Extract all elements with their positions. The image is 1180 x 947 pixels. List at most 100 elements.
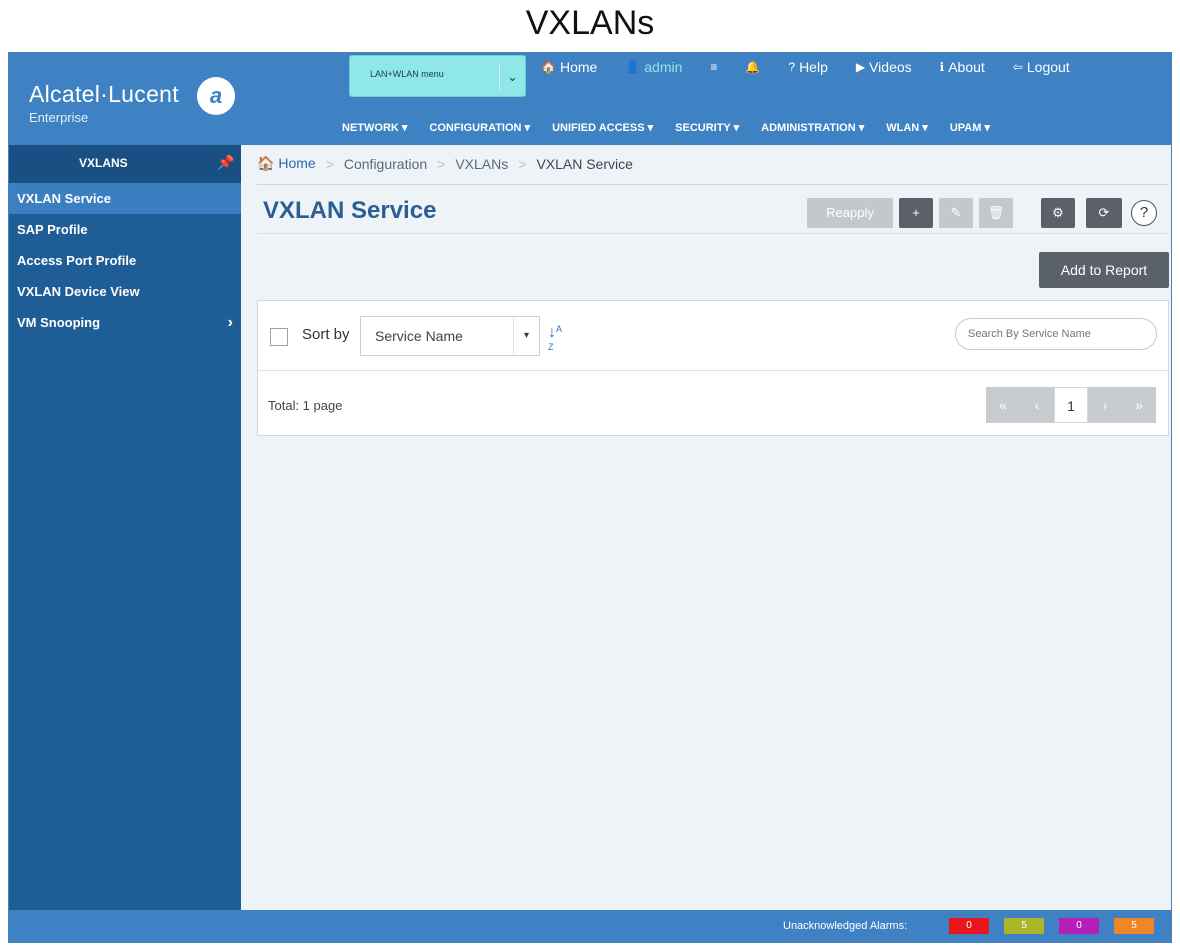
home-icon: 🏠: [541, 60, 556, 74]
gear-icon: ⚙: [1052, 205, 1064, 220]
nav-network[interactable]: NETWORK ▾: [342, 121, 407, 134]
sidebar-item-vxlan-service[interactable]: VXLAN Service: [9, 183, 241, 214]
sort-select-value: Service Name: [375, 328, 463, 344]
question-icon: ?: [1139, 204, 1149, 221]
breadcrumb-separator: >: [437, 155, 446, 172]
videos-link-label: Videos: [869, 59, 912, 75]
sidebar-item-label: Access Port Profile: [17, 253, 137, 268]
help-button[interactable]: ?: [1131, 200, 1157, 226]
first-page-button[interactable]: «: [986, 387, 1020, 423]
breadcrumb-vxlans[interactable]: VXLANs: [455, 156, 508, 172]
sidebar-item-vm-snooping[interactable]: VM Snooping ›: [9, 307, 241, 338]
add-button[interactable]: +: [899, 198, 933, 228]
videos-link[interactable]: ▶ Videos: [856, 59, 912, 75]
nav-wlan[interactable]: WLAN ▾: [886, 121, 928, 134]
sort-order-arrow: ↓: [548, 324, 556, 341]
pin-icon[interactable]: 📌: [217, 154, 234, 171]
notifications-button[interactable]: 🔔: [745, 59, 760, 75]
sidebar-item-access-port-profile[interactable]: Access Port Profile: [9, 245, 241, 276]
caret-down-icon: ▾: [513, 317, 539, 355]
divider: [257, 184, 1169, 185]
nav-configuration[interactable]: CONFIGURATION ▾: [429, 121, 530, 134]
sort-select[interactable]: Service Name ▾: [360, 316, 540, 356]
reapply-button[interactable]: Reapply: [807, 198, 893, 228]
list-panel: Sort by Service Name ▾ ↓AZ Total: 1 page…: [257, 300, 1169, 436]
sidebar: VXLANS 📌 VXLAN Service SAP Profile Acces…: [9, 145, 241, 910]
info-icon: ℹ: [939, 60, 945, 74]
refresh-button[interactable]: ⟳: [1086, 198, 1122, 228]
about-link-label: About: [948, 59, 985, 75]
chevron-right-icon: ›: [227, 314, 233, 331]
main-nav: NETWORK ▾ CONFIGURATION ▾ UNIFIED ACCESS…: [342, 121, 1012, 134]
search-input[interactable]: [955, 318, 1157, 350]
plus-icon: +: [912, 205, 920, 220]
status-footer: Unacknowledged Alarms: 0 5 0 5: [9, 910, 1171, 942]
last-page-button[interactable]: »: [1122, 387, 1156, 423]
home-icon: 🏠: [257, 155, 275, 171]
divider: [257, 233, 1169, 234]
alarm-badge-warning[interactable]: 5: [1114, 918, 1154, 934]
top-header: Alcatel·Lucent Enterprise a LAN+WLAN men…: [9, 53, 1171, 145]
sidebar-item-sap-profile[interactable]: SAP Profile: [9, 214, 241, 245]
home-link[interactable]: 🏠 Home: [541, 59, 597, 75]
page-number-button[interactable]: 1: [1054, 387, 1088, 423]
nav-security[interactable]: SECURITY ▾: [675, 121, 739, 134]
about-link[interactable]: ℹ About: [940, 59, 985, 75]
brand-logo: Alcatel·Lucent Enterprise: [29, 81, 179, 125]
alarm-badge-minor[interactable]: 0: [1059, 918, 1099, 934]
sidebar-header: VXLANS 📌: [9, 145, 241, 183]
logout-icon: ⇦: [1012, 60, 1023, 74]
breadcrumb-separator: >: [518, 155, 527, 172]
breadcrumb: 🏠 Home > Configuration > VXLANs > VXLAN …: [257, 155, 633, 172]
breadcrumb-home-label: Home: [278, 155, 316, 171]
page-caption: VXLANs: [525, 4, 655, 42]
app-window: Alcatel·Lucent Enterprise a LAN+WLAN men…: [8, 52, 1172, 943]
sidebar-item-label: VXLAN Device View: [17, 284, 140, 299]
help-link-label: Help: [799, 59, 828, 75]
total-pages-label: Total: 1 page: [268, 398, 343, 413]
home-link-label: Home: [559, 59, 598, 75]
bell-icon: 🔔: [745, 60, 761, 74]
help-icon: ?: [788, 60, 796, 74]
page-title: VXLAN Service: [263, 197, 437, 224]
sidebar-title: VXLANS: [79, 156, 128, 170]
sort-order-icon[interactable]: ↓A Z: [548, 324, 562, 360]
help-link[interactable]: ? Help: [788, 59, 827, 75]
list-controls: Sort by Service Name ▾ ↓A Z: [258, 301, 1168, 371]
chevron-down-icon[interactable]: ⌄: [499, 64, 525, 90]
nav-upam[interactable]: UPAM ▾: [950, 121, 990, 134]
list-icon: ≡: [710, 60, 718, 74]
alarm-badge-critical[interactable]: 0: [949, 918, 989, 934]
brand-subtitle: Enterprise: [29, 110, 89, 125]
breadcrumb-current: VXLAN Service: [536, 155, 633, 172]
prev-page-button[interactable]: ‹: [1020, 387, 1054, 423]
brand-mark-icon: a: [197, 77, 235, 115]
next-page-button[interactable]: ›: [1088, 387, 1122, 423]
breadcrumb-home[interactable]: 🏠 Home: [257, 155, 316, 172]
select-all-checkbox[interactable]: [270, 328, 288, 346]
trash-icon: 🗑: [987, 205, 1005, 220]
logout-link-label: Logout: [1026, 59, 1070, 75]
sidebar-item-label: SAP Profile: [17, 222, 88, 237]
breadcrumb-separator: >: [325, 155, 334, 172]
menu-type-select[interactable]: LAN+WLAN menu ⌄: [349, 55, 526, 97]
nav-unified-access[interactable]: UNIFIED ACCESS ▾: [552, 121, 653, 134]
sidebar-item-label: VXLAN Service: [17, 191, 111, 206]
sidebar-item-vxlan-device-view[interactable]: VXLAN Device View: [9, 276, 241, 307]
video-icon: ▶: [855, 60, 866, 74]
refresh-icon: ⟳: [1098, 205, 1110, 220]
pagination: « ‹ 1 › »: [986, 387, 1156, 423]
delete-button[interactable]: 🗑: [979, 198, 1013, 228]
add-to-report-button[interactable]: Add to Report: [1039, 252, 1169, 288]
logout-link[interactable]: ⇦ Logout: [1013, 59, 1070, 75]
edit-button[interactable]: ✎: [939, 198, 973, 228]
alarm-badge-major[interactable]: 5: [1004, 918, 1044, 934]
user-link[interactable]: 👤 admin: [625, 59, 682, 75]
nav-administration[interactable]: ADMINISTRATION ▾: [761, 121, 864, 134]
breadcrumb-configuration[interactable]: Configuration: [344, 156, 427, 172]
user-link-label: admin: [644, 59, 683, 75]
user-icon: 👤: [625, 60, 641, 74]
settings-button[interactable]: ⚙: [1041, 198, 1075, 228]
list-button[interactable]: ≡: [710, 59, 717, 75]
menu-type-value: LAN+WLAN menu: [370, 69, 444, 79]
